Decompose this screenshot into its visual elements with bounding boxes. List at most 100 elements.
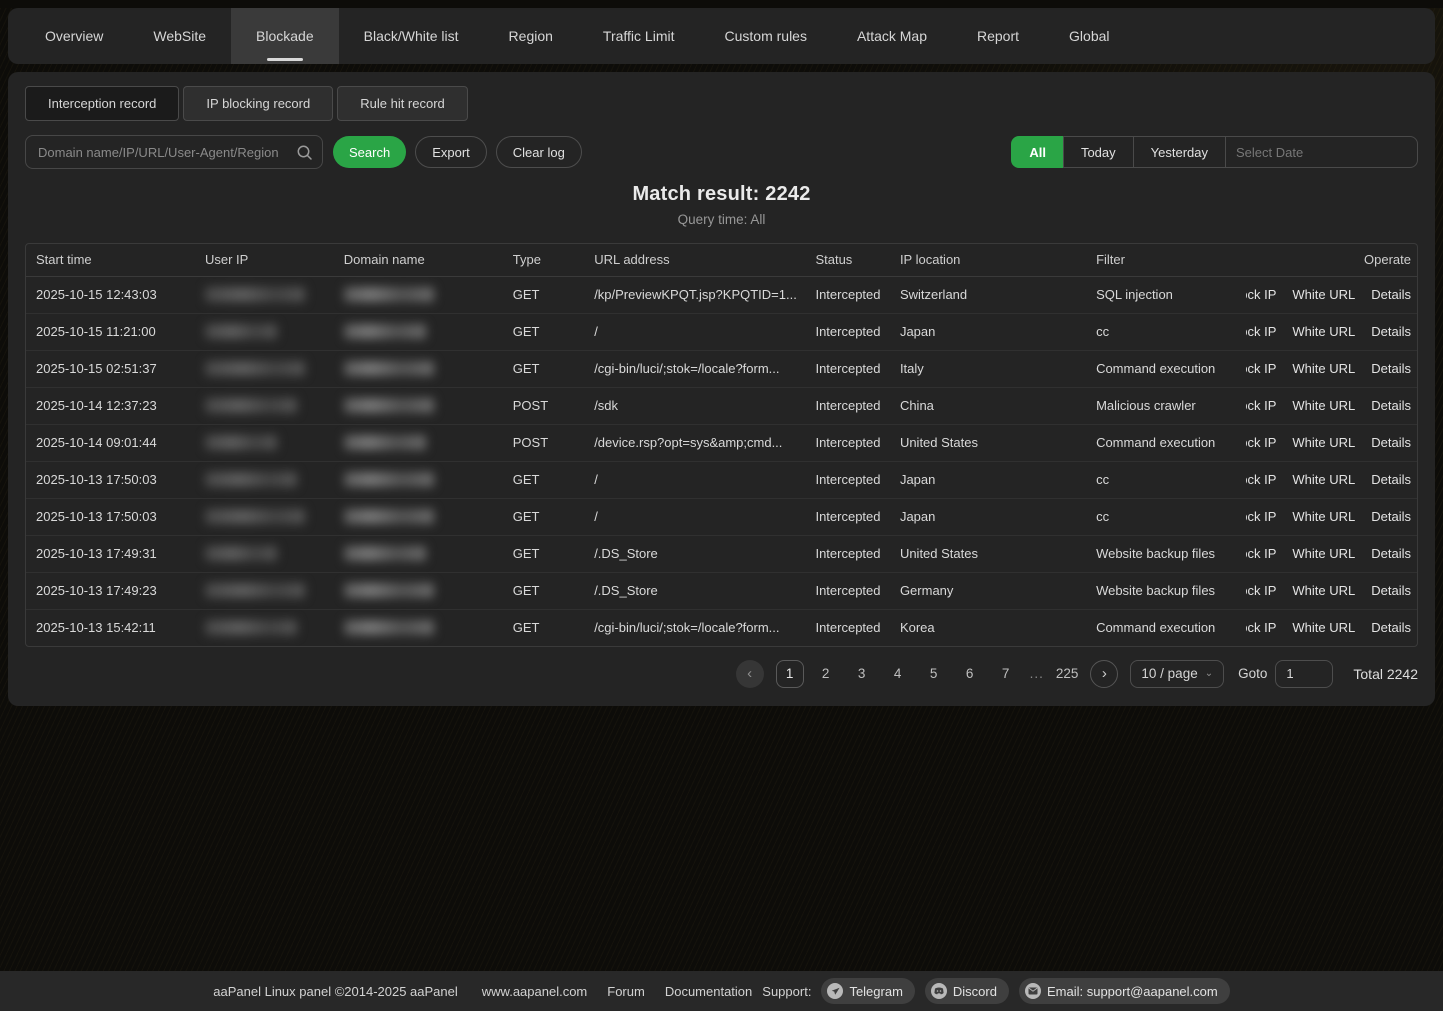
block-ip-link[interactable]: Block IP <box>1246 620 1276 635</box>
goto-page-input[interactable] <box>1275 660 1333 688</box>
table-row: 2025-10-13 17:50:03 GET / Intercepted Ja… <box>26 461 1417 498</box>
details-link[interactable]: Details <box>1371 546 1411 561</box>
page-number-button[interactable]: 2 <box>812 660 840 688</box>
domain-name-redacted <box>344 472 434 487</box>
details-link[interactable]: Details <box>1371 324 1411 339</box>
record-subtab[interactable]: Interception record <box>25 86 179 121</box>
date-filter-all[interactable]: All <box>1011 136 1064 168</box>
nav-tab[interactable]: WebSite <box>128 8 231 64</box>
cell-status: Intercepted <box>805 387 889 424</box>
user-ip-redacted <box>205 546 277 561</box>
cell-status: Intercepted <box>805 572 889 609</box>
cell-operate: Block IP White URL Details <box>1246 424 1417 461</box>
white-url-link[interactable]: White URL <box>1292 361 1355 376</box>
page-size-select[interactable]: 10 / page ⌄ <box>1130 660 1224 688</box>
date-filter-yesterday[interactable]: Yesterday <box>1133 136 1226 168</box>
nav-tab-label: Global <box>1069 28 1109 44</box>
block-ip-link[interactable]: Block IP <box>1246 435 1276 450</box>
cell-ip-location: Japan <box>890 313 1086 350</box>
table-header-row: Start time User IP Domain name Type <box>26 244 1417 276</box>
next-page-button[interactable]: › <box>1090 660 1118 688</box>
cell-operate: Block IP White URL Details <box>1246 313 1417 350</box>
white-url-link[interactable]: White URL <box>1292 472 1355 487</box>
prev-page-button[interactable]: ‹ <box>736 660 764 688</box>
block-ip-link[interactable]: Block IP <box>1246 546 1276 561</box>
status-badge: Intercepted <box>815 546 880 561</box>
page-number-button[interactable]: 6 <box>956 660 984 688</box>
discord-button[interactable]: Discord <box>925 978 1009 1004</box>
details-link[interactable]: Details <box>1371 509 1411 524</box>
record-subtab[interactable]: IP blocking record <box>183 86 333 121</box>
nav-tab[interactable]: Blockade <box>231 8 339 64</box>
block-ip-link[interactable]: Block IP <box>1246 324 1276 339</box>
cell-type: GET <box>503 572 584 609</box>
white-url-link[interactable]: White URL <box>1292 546 1355 561</box>
record-subtab[interactable]: Rule hit record <box>337 86 468 121</box>
white-url-link[interactable]: White URL <box>1292 620 1355 635</box>
nav-tab[interactable]: Traffic Limit <box>578 8 700 64</box>
nav-tab[interactable]: Attack Map <box>832 8 952 64</box>
details-link[interactable]: Details <box>1371 435 1411 450</box>
email-button[interactable]: Email: support@aapanel.com <box>1019 978 1230 1004</box>
last-page-button[interactable]: 225 <box>1056 666 1079 681</box>
white-url-link[interactable]: White URL <box>1292 435 1355 450</box>
nav-tab[interactable]: Global <box>1044 8 1134 64</box>
details-link[interactable]: Details <box>1371 287 1411 302</box>
nav-tab[interactable]: Black/White list <box>339 8 484 64</box>
page-number-button[interactable]: 1 <box>776 660 804 688</box>
search-input[interactable] <box>26 145 322 160</box>
page-number-button[interactable]: 5 <box>920 660 948 688</box>
details-link[interactable]: Details <box>1371 398 1411 413</box>
page-number-button[interactable]: 3 <box>848 660 876 688</box>
cell-operate: Block IP White URL Details <box>1246 535 1417 572</box>
table-header-cell: Start time <box>26 244 195 276</box>
cell-user-ip <box>195 350 334 387</box>
page-number-button[interactable]: 7 <box>992 660 1020 688</box>
white-url-link[interactable]: White URL <box>1292 324 1355 339</box>
nav-tab[interactable]: Custom rules <box>700 8 832 64</box>
telegram-button[interactable]: Telegram <box>821 978 914 1004</box>
search-box <box>25 135 323 169</box>
block-ip-link[interactable]: Block IP <box>1246 398 1276 413</box>
cell-url: /kp/PreviewKPQT.jsp?KPQTID=1... <box>584 276 805 313</box>
block-ip-link[interactable]: Block IP <box>1246 287 1276 302</box>
cell-user-ip <box>195 535 334 572</box>
page-number-button[interactable]: 4 <box>884 660 912 688</box>
pagination-ellipsis: ... <box>1030 666 1044 681</box>
cell-url: /cgi-bin/luci/;stok=/locale?form... <box>584 350 805 387</box>
status-badge: Intercepted <box>815 472 880 487</box>
table-header-cell: IP location <box>890 244 1086 276</box>
table-header-cell: Operate <box>1246 244 1417 276</box>
block-ip-link[interactable]: Block IP <box>1246 361 1276 376</box>
details-link[interactable]: Details <box>1371 583 1411 598</box>
details-link[interactable]: Details <box>1371 472 1411 487</box>
nav-tab-label: WebSite <box>153 28 206 44</box>
record-subtab-label: Interception record <box>48 96 156 111</box>
cell-user-ip <box>195 313 334 350</box>
white-url-link[interactable]: White URL <box>1292 287 1355 302</box>
site-link[interactable]: www.aapanel.com <box>482 984 588 999</box>
select-date-input[interactable] <box>1236 145 1412 160</box>
block-ip-link[interactable]: Block IP <box>1246 509 1276 524</box>
block-ip-link[interactable]: Block IP <box>1246 472 1276 487</box>
block-ip-link[interactable]: Block IP <box>1246 583 1276 598</box>
export-button[interactable]: Export <box>415 136 487 168</box>
page-numbers: 1 2 3 4 5 6 <box>772 660 1024 688</box>
white-url-link[interactable]: White URL <box>1292 583 1355 598</box>
white-url-link[interactable]: White URL <box>1292 509 1355 524</box>
date-filter-today[interactable]: Today <box>1063 136 1134 168</box>
clear-log-button[interactable]: Clear log <box>496 136 582 168</box>
nav-tab[interactable]: Overview <box>20 8 128 64</box>
cell-type: GET <box>503 609 584 646</box>
white-url-link[interactable]: White URL <box>1292 398 1355 413</box>
details-link[interactable]: Details <box>1371 361 1411 376</box>
forum-link[interactable]: Forum <box>607 984 645 999</box>
nav-tab[interactable]: Report <box>952 8 1044 64</box>
nav-tab[interactable]: Region <box>484 8 578 64</box>
cell-domain-name <box>334 276 503 313</box>
interception-table: Start time User IP Domain name Type <box>25 243 1418 647</box>
cell-start-time: 2025-10-13 17:49:23 <box>26 572 195 609</box>
search-button[interactable]: Search <box>333 136 406 168</box>
documentation-link[interactable]: Documentation <box>665 984 752 999</box>
details-link[interactable]: Details <box>1371 620 1411 635</box>
